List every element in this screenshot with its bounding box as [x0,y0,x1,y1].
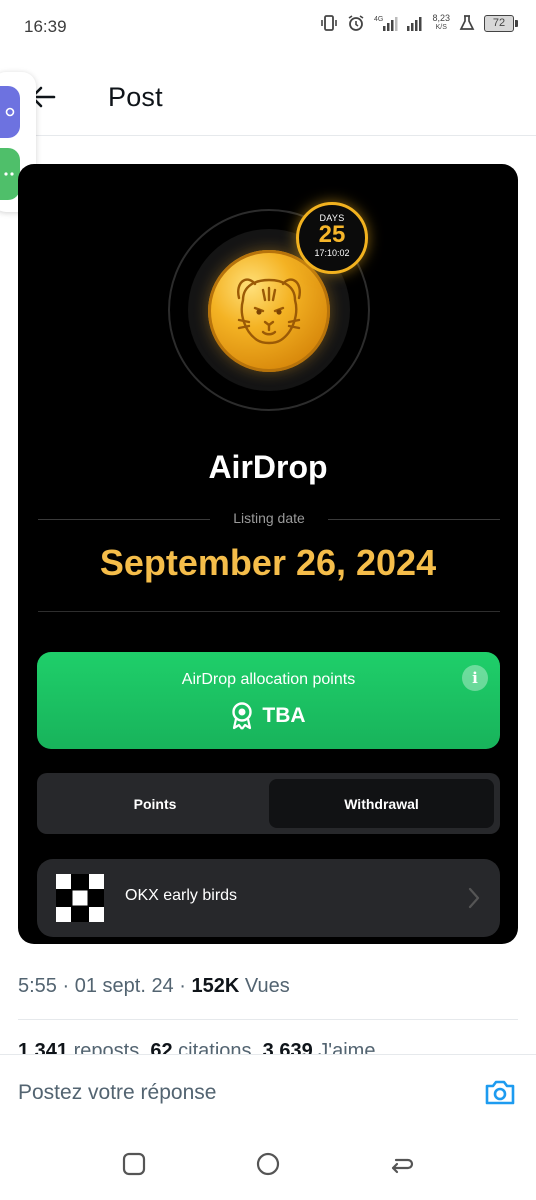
edge-more-button[interactable] [0,148,20,200]
more-dots-icon [4,172,14,176]
listing-date-row: Listing date [38,509,500,529]
info-icon: i [462,665,488,691]
net-speed-unit: K/S [435,24,447,31]
recent-apps-icon[interactable] [122,1152,146,1176]
page-title: Post [108,82,163,112]
battery-icon: 72 [484,14,518,32]
allocation-value-row: TBA [37,702,500,730]
days-value: 25 [318,221,346,248]
tweet-date: 01 sept. 24 [74,975,174,997]
flask-icon [459,15,475,30]
home-icon[interactable] [256,1152,280,1176]
allocation-points-card: AirDrop allocation points TBA i [37,652,500,749]
views-label: Vues [244,975,290,997]
okx-early-birds-label: OKX early birds [125,887,238,904]
allocation-value: TBA [262,704,306,727]
vibrate-icon [321,15,338,31]
countdown-time: 17:10:02 [314,248,350,258]
edge-assistant-button[interactable] [0,86,20,138]
post-media-image[interactable]: DAYS 25 17:10:02 AirDrop Listing date Se… [18,164,518,944]
tweet-timestamp-views: 5:55 · 01 sept. 24 · 152K Vues [18,975,290,997]
tab-withdrawal: Withdrawal [269,779,494,828]
chevron-right-icon [468,887,480,909]
system-nav-bar [0,1132,536,1200]
views-count[interactable]: 152K [191,975,239,997]
assistant-icon [5,107,15,117]
listing-date-value: September 26, 2024 [99,542,437,583]
net-speed-value: 8,23 [432,13,450,23]
back-nav-icon[interactable] [388,1152,414,1176]
allocation-label: AirDrop allocation points [181,671,356,688]
svg-text:4G: 4G [374,16,383,23]
camera-icon[interactable] [484,1077,516,1107]
points-withdrawal-tabs: Points Withdrawal [37,773,500,834]
header: Post [0,60,536,136]
listing-date-label: Listing date [233,510,305,526]
tweet-time: 5:55 [18,975,57,997]
status-icons: 4G 8,23 K/S 72 [320,14,518,32]
tab-points: Points [133,795,177,812]
divider [18,1019,518,1020]
reply-bar: Postez votre réponse [0,1054,536,1132]
okx-logo-icon [56,874,104,922]
award-icon [232,702,253,730]
divider-line-right [328,519,500,520]
status-bar: 16:39 4G 8,23 K/S 72 [0,0,536,54]
okx-early-birds-row: OKX early birds [37,859,500,937]
signal-icon [407,17,422,31]
net-speed: 8,23 K/S [432,14,450,32]
airdrop-title: AirDrop [208,449,328,485]
divider [38,611,500,612]
battery-level: 72 [492,17,506,29]
days-countdown-badge: DAYS 25 17:10:02 [296,202,368,274]
signal-4g-icon: 4G [374,16,398,31]
status-time: 16:39 [24,17,67,36]
alarm-icon [349,15,364,31]
reply-input[interactable]: Postez votre réponse [18,1081,216,1105]
